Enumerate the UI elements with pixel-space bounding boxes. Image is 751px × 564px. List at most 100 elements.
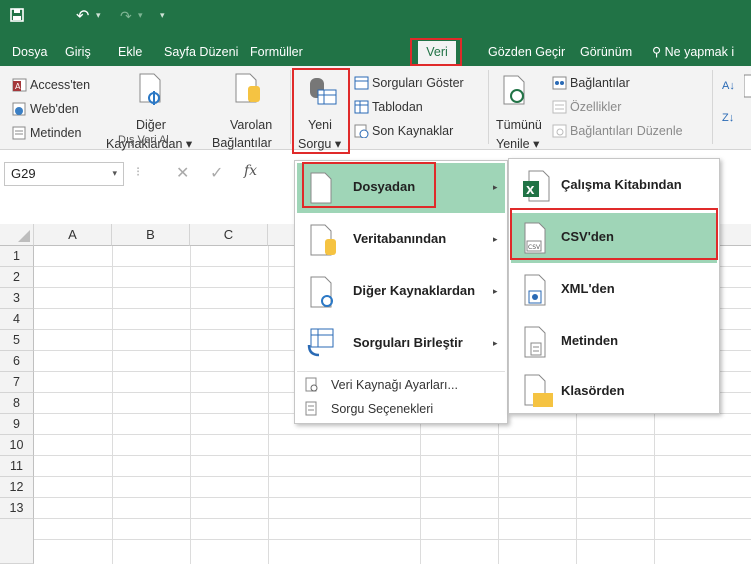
row-header[interactable]: 2 [0, 267, 34, 288]
name-box[interactable]: G29 ▾ [4, 162, 124, 186]
connections-icon [552, 76, 567, 90]
grid-line [34, 539, 751, 540]
menu-item-from-text[interactable]: Metinden [511, 317, 717, 367]
insert-function-icon[interactable]: fx [244, 163, 257, 179]
tab-gorunum[interactable]: Görünüm [576, 41, 636, 63]
tab-sayfa-duzeni[interactable]: Sayfa Düzeni [160, 41, 242, 63]
tab-ekle[interactable]: Ekle [114, 41, 146, 63]
more-options-icon: ⁝ [136, 164, 141, 179]
text-file-icon [524, 326, 546, 358]
row-header[interactable]: 5 [0, 330, 34, 351]
submenu-arrow-icon: ▸ [493, 338, 498, 348]
existing-connections-button[interactable]: Bağlantılar [212, 136, 272, 150]
row-header[interactable]: 13 [0, 498, 34, 519]
row-header[interactable]: 9 [0, 414, 34, 435]
access-button[interactable]: Access'ten [30, 78, 90, 92]
menu-item-from-database[interactable]: Veritabanından ▸ [297, 215, 505, 265]
refresh-all-label1[interactable]: Tümünü [496, 118, 542, 132]
combine-queries-icon [307, 328, 334, 357]
menu-item-combine-queries[interactable]: Sorguları Birleştir ▸ [297, 319, 505, 369]
row-header[interactable]: 7 [0, 372, 34, 393]
annotation-box-dosyadan [302, 162, 436, 208]
grid-line [268, 246, 269, 564]
undo-dropdown-icon[interactable]: ▾ [96, 10, 101, 21]
query-options-icon [305, 401, 317, 416]
menu-item-from-folder[interactable]: Klasörden [511, 369, 717, 413]
data-source-settings-icon [305, 377, 318, 392]
text-file-icon [12, 126, 26, 140]
save-icon[interactable] [10, 8, 24, 25]
recent-sources-icon [354, 124, 369, 138]
xml-file-icon [524, 274, 546, 306]
access-icon: A [12, 78, 27, 92]
menu-item-from-xml[interactable]: XML'den [511, 265, 717, 315]
row-header[interactable]: 10 [0, 435, 34, 456]
undo-icon[interactable]: ↶ [76, 6, 89, 26]
web-button[interactable]: Web'den [30, 102, 79, 116]
sort-ascending-icon[interactable]: A↓ [722, 80, 735, 92]
connections-button[interactable]: Bağlantılar [570, 76, 630, 90]
tab-giris[interactable]: Giriş [61, 41, 95, 63]
menu-item-from-workbook[interactable]: X Çalışma Kitabından [511, 161, 717, 211]
annotation-box-veri [410, 38, 462, 66]
column-header[interactable]: C [190, 224, 268, 246]
lightbulb-icon: ⚲ [652, 45, 662, 59]
existing-connections-label1[interactable]: Varolan [230, 118, 272, 132]
from-table-button[interactable]: Tablodan [372, 100, 423, 114]
row-header[interactable]: 1 [0, 246, 34, 267]
menu-item-query-options[interactable]: Sorgu Seçenekleri [297, 397, 505, 421]
refresh-all-button[interactable]: Yenile ▾ [496, 136, 539, 151]
grid-line [34, 497, 751, 498]
from-file-submenu: X Çalışma Kitabından CSV CSV'den XML'den… [508, 158, 720, 414]
other-sources-icon [310, 276, 333, 308]
column-header[interactable]: B [112, 224, 190, 246]
tab-formuller[interactable]: Formüller [246, 41, 307, 63]
row-header[interactable]: 6 [0, 351, 34, 372]
cancel-icon[interactable]: ✕ [176, 163, 189, 183]
properties-button[interactable]: Özellikler [570, 100, 621, 114]
grid-line [34, 518, 751, 519]
existing-connections-icon [235, 73, 260, 103]
svg-text:A: A [15, 82, 21, 91]
menu-item-other-sources[interactable]: Diğer Kaynaklardan ▸ [297, 267, 505, 317]
menu-separator [297, 371, 505, 372]
row-header[interactable]: 12 [0, 477, 34, 498]
title-bar: ↶ ▾ ↷ ▾ ▾ [0, 0, 751, 36]
text-button[interactable]: Metinden [30, 126, 81, 140]
other-sources-label1[interactable]: Diğer [136, 118, 166, 132]
tab-dosya[interactable]: Dosya [8, 41, 51, 63]
row-header [0, 519, 34, 564]
sort-icon[interactable] [744, 74, 751, 98]
row-header[interactable]: 4 [0, 309, 34, 330]
grid-line [34, 455, 751, 456]
row-header[interactable]: 3 [0, 288, 34, 309]
recent-sources-button[interactable]: Son Kaynaklar [372, 124, 453, 138]
submenu-arrow-icon: ▸ [493, 182, 498, 192]
excel-workbook-icon: X [523, 170, 550, 202]
ribbon-tabs: Dosya Giriş Ekle Sayfa Düzeni Formüller … [0, 36, 751, 66]
row-header[interactable]: 8 [0, 393, 34, 414]
submenu-arrow-icon: ▸ [493, 234, 498, 244]
tab-gozden-gecir[interactable]: Gözden Geçir [484, 41, 569, 63]
tell-me-search[interactable]: ⚲ Ne yapmak i [648, 41, 738, 63]
menu-item-data-source-settings[interactable]: Veri Kaynağı Ayarları... [297, 373, 505, 397]
show-queries-button[interactable]: Sorguları Göster [372, 76, 464, 90]
grid-line [112, 246, 113, 564]
enter-icon[interactable]: ✓ [210, 163, 223, 183]
select-all-corner[interactable] [0, 224, 34, 246]
edit-links-button[interactable]: Bağlantıları Düzenle [570, 124, 683, 138]
other-sources-icon [139, 73, 161, 105]
customize-qat-icon[interactable]: ▾ [160, 10, 165, 21]
redo-icon[interactable]: ↷ [120, 8, 132, 25]
row-header[interactable]: 11 [0, 456, 34, 477]
grid-line [34, 434, 751, 435]
group-separator [712, 70, 713, 144]
group-label-external-data: Dış Veri Al [118, 134, 169, 146]
group-separator [488, 70, 489, 144]
submenu-arrow-icon: ▸ [493, 286, 498, 296]
name-box-dropdown-icon[interactable]: ▾ [112, 168, 117, 179]
redo-dropdown-icon[interactable]: ▾ [138, 10, 143, 21]
sort-descending-icon[interactable]: Z↓ [722, 112, 734, 124]
column-header[interactable]: A [34, 224, 112, 246]
folder-icon [524, 374, 553, 407]
